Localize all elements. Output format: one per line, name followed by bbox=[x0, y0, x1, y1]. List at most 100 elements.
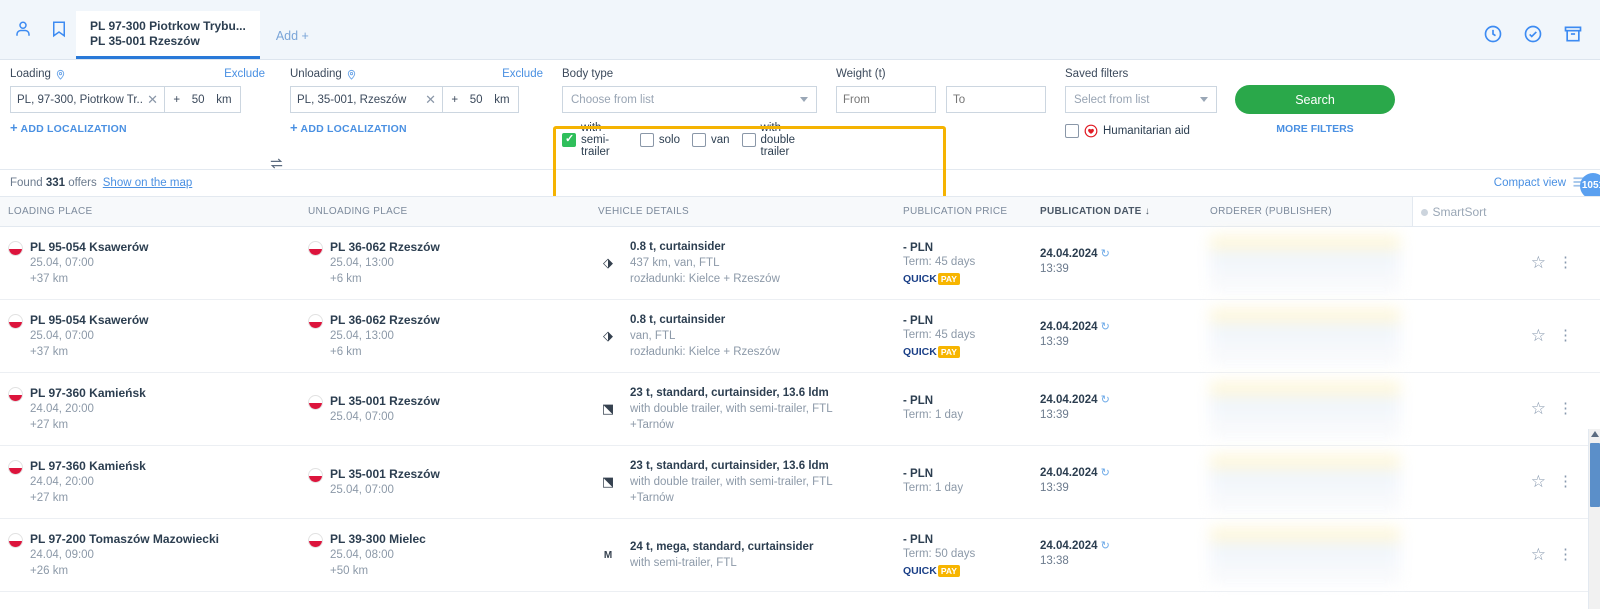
body-type-label: Body type bbox=[562, 68, 820, 80]
loading-place-datetime: 24.04, 20:00 bbox=[30, 401, 146, 417]
loading-exclude-link[interactable]: Exclude bbox=[224, 68, 265, 80]
row-menu-icon[interactable]: ⋮ bbox=[1558, 258, 1574, 268]
search-button[interactable]: Search bbox=[1235, 85, 1395, 114]
loading-place-name: PL 97-200 Tomaszów Mazowiecki bbox=[30, 531, 219, 547]
body-type-value: Choose from list bbox=[571, 94, 654, 106]
more-filters-link[interactable]: MORE FILTERS bbox=[1235, 123, 1395, 135]
quickpay-badge: QUICKPAY bbox=[903, 273, 960, 285]
col-orderer-publisher[interactable]: ORDERER (PUBLISHER) bbox=[1202, 197, 1412, 227]
cell-orderer[interactable] bbox=[1202, 300, 1412, 373]
unloading-location-input[interactable]: PL, 35-001, Rzeszów ✕ bbox=[290, 86, 443, 113]
loading-place-distance: +27 km bbox=[30, 490, 146, 506]
publication-date: 24.04.2024 bbox=[1040, 321, 1098, 333]
favorite-star-icon[interactable]: ☆ bbox=[1531, 472, 1546, 492]
user-icon[interactable] bbox=[6, 9, 40, 49]
vehicle-title: 24 t, mega, standard, curtainsider bbox=[630, 539, 813, 555]
clock-icon[interactable] bbox=[1476, 19, 1510, 49]
clear-unloading-icon[interactable]: ✕ bbox=[421, 92, 436, 108]
cell-orderer[interactable] bbox=[1202, 446, 1412, 519]
weight-filter-group: Weight (t) bbox=[836, 68, 1051, 113]
unloading-place-distance: +50 km bbox=[330, 563, 426, 579]
cell-row-actions: ☆ ⋮ bbox=[1412, 227, 1600, 300]
cell-loading-place: PL 95-054 Ksawerów 25.04, 07:00 +37 km bbox=[0, 300, 300, 373]
unloading-place-datetime: 25.04, 13:00 bbox=[330, 255, 440, 271]
publication-date: 24.04.2024 bbox=[1040, 248, 1098, 260]
row-menu-icon[interactable]: ⋮ bbox=[1558, 404, 1574, 414]
col-smartsort[interactable]: SmartSort bbox=[1412, 197, 1600, 227]
search-group: Search MORE FILTERS bbox=[1235, 85, 1395, 135]
flag-pl-icon bbox=[8, 241, 23, 256]
checkbox-label-solo[interactable]: solo bbox=[659, 134, 680, 146]
flag-pl-icon bbox=[308, 395, 323, 410]
tab-line-1: PL 97-300 Piotrkow Trybu... bbox=[90, 19, 246, 34]
price-term: Term: 45 days bbox=[903, 254, 1032, 271]
archive-icon[interactable] bbox=[1556, 19, 1590, 49]
show-on-map-link[interactable]: Show on the map bbox=[103, 177, 193, 189]
refresh-icon: ↻ bbox=[1101, 321, 1110, 333]
col-unloading-place[interactable]: UNLOADING PLACE bbox=[300, 197, 590, 227]
favorite-star-icon[interactable]: ☆ bbox=[1531, 399, 1546, 419]
cell-publication-price: - PLN Term: 45 days QUICKPAY bbox=[895, 227, 1032, 300]
check-circle-icon[interactable] bbox=[1516, 19, 1550, 49]
compact-view-link[interactable]: Compact view bbox=[1494, 177, 1566, 189]
unloading-radius-input[interactable]: + 50 km bbox=[443, 86, 519, 113]
results-scrollbar[interactable] bbox=[1588, 429, 1600, 609]
favorite-star-icon[interactable]: ☆ bbox=[1531, 545, 1546, 565]
notification-badge[interactable]: 1051 bbox=[1580, 173, 1600, 199]
tab-active-search[interactable]: PL 97-300 Piotrkow Trybu... PL 35-001 Rz… bbox=[76, 11, 260, 59]
cell-orderer[interactable] bbox=[1202, 227, 1412, 300]
cell-orderer[interactable] bbox=[1202, 519, 1412, 592]
loading-location-input[interactable]: PL, 97-300, Piotrkow Tr... ✕ bbox=[10, 86, 165, 113]
cell-unloading-place: PL 35-001 Rzeszów 25.04, 07:00 bbox=[300, 373, 590, 446]
table-row[interactable]: PL 97-360 Kamieńsk 24.04, 20:00 +27 km P… bbox=[0, 446, 1600, 519]
table-row[interactable]: PL 97-360 Kamieńsk 24.04, 20:00 +27 km P… bbox=[0, 373, 1600, 446]
checkbox-label-van[interactable]: van bbox=[711, 134, 730, 146]
cell-loading-place: PL 95-054 Ksawerów 25.04, 07:00 +37 km bbox=[0, 227, 300, 300]
table-row[interactable]: PL 95-054 Ksawerów 25.04, 07:00 +37 km P… bbox=[0, 300, 1600, 373]
quickpay-tag: PAY bbox=[938, 346, 960, 358]
clear-loading-icon[interactable]: ✕ bbox=[143, 92, 158, 108]
add-loading-localization-button[interactable]: + ADD LOCALIZATION bbox=[10, 120, 265, 135]
table-row[interactable]: PL 97-200 Tomaszów Mazowiecki 24.04, 09:… bbox=[0, 519, 1600, 592]
vehicle-extra: rozładunki: Kielce + Rzeszów bbox=[630, 271, 780, 287]
swap-directions-button[interactable] bbox=[268, 155, 285, 175]
humanitarian-aid-label[interactable]: Humanitarian aid bbox=[1103, 125, 1190, 137]
loading-place-name: PL 95-054 Ksawerów bbox=[30, 239, 149, 255]
weight-to-input[interactable] bbox=[946, 86, 1046, 113]
weight-from-input[interactable] bbox=[836, 86, 936, 113]
scroll-up-arrow-icon[interactable] bbox=[1591, 431, 1599, 437]
table-row[interactable]: PL 95-054 Ksawerów 25.04, 07:00 +37 km P… bbox=[0, 227, 1600, 300]
checkbox-label-with-double-trailer[interactable]: with double trailer bbox=[761, 122, 813, 158]
favorite-star-icon[interactable]: ☆ bbox=[1531, 253, 1546, 273]
vehicle-extra: +Tarnów bbox=[630, 490, 833, 506]
body-type-select[interactable]: Choose from list bbox=[562, 86, 817, 113]
add-unloading-localization-button[interactable]: + ADD LOCALIZATION bbox=[290, 120, 543, 135]
scrollbar-thumb[interactable] bbox=[1590, 443, 1600, 507]
checkbox-van[interactable] bbox=[692, 133, 706, 147]
saved-filters-group: Saved filters Select from list Humanitar… bbox=[1065, 68, 1220, 138]
row-menu-icon[interactable]: ⋮ bbox=[1558, 550, 1574, 560]
checkbox-label-with-semi-trailer[interactable]: with semi-trailer bbox=[581, 122, 628, 158]
row-menu-icon[interactable]: ⋮ bbox=[1558, 331, 1574, 341]
loading-radius-input[interactable]: + 50 km bbox=[165, 86, 241, 113]
loading-place-distance: +37 km bbox=[30, 344, 149, 360]
saved-filters-select[interactable]: Select from list bbox=[1065, 86, 1217, 113]
cell-orderer[interactable] bbox=[1202, 373, 1412, 446]
unloading-exclude-link[interactable]: Exclude bbox=[502, 68, 543, 80]
favorite-star-icon[interactable]: ☆ bbox=[1531, 326, 1546, 346]
col-publication-date[interactable]: PUBLICATION DATE ↓ bbox=[1032, 197, 1202, 227]
flag-pl-icon bbox=[308, 533, 323, 548]
col-loading-place[interactable]: LOADING PLACE bbox=[0, 197, 300, 227]
add-loading-localization-label: ADD LOCALIZATION bbox=[21, 123, 127, 135]
add-tab-button[interactable]: Add + bbox=[260, 29, 325, 43]
bookmark-icon[interactable] bbox=[42, 9, 76, 49]
refresh-icon: ↻ bbox=[1101, 540, 1110, 552]
refresh-icon: ↻ bbox=[1101, 467, 1110, 479]
checkbox-with-double-trailer[interactable] bbox=[742, 133, 756, 147]
checkbox-humanitarian-aid[interactable] bbox=[1065, 124, 1079, 138]
col-publication-price[interactable]: PUBLICATION PRICE bbox=[895, 197, 1032, 227]
checkbox-with-semi-trailer[interactable] bbox=[562, 133, 576, 147]
row-menu-icon[interactable]: ⋮ bbox=[1558, 477, 1574, 487]
col-vehicle-details[interactable]: VEHICLE DETAILS bbox=[590, 197, 895, 227]
checkbox-solo[interactable] bbox=[640, 133, 654, 147]
